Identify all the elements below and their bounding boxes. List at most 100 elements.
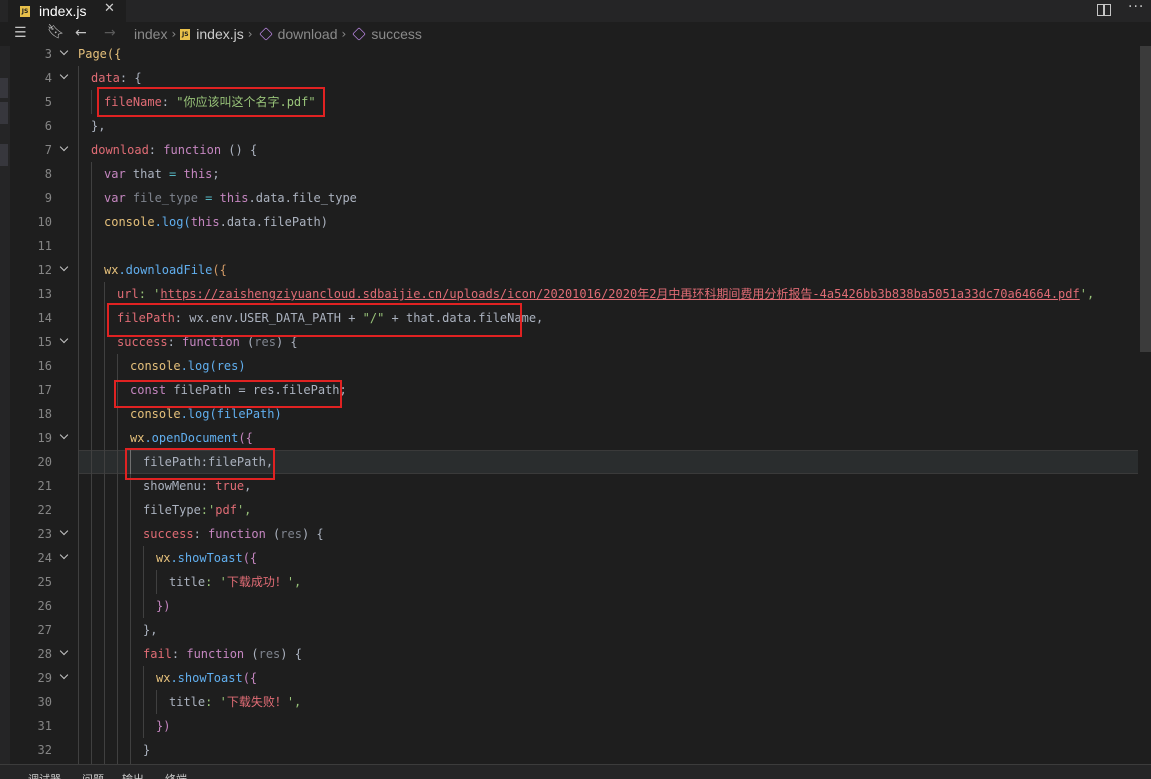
code-line: wx.openDocument({ (130, 431, 253, 445)
code-line: success: function (res) { (143, 527, 324, 541)
line-number: 26 (37, 599, 52, 613)
code-line: title: '下载成功！', (169, 575, 302, 589)
fold-chevron-icon[interactable] (60, 138, 70, 162)
fold-chevron-icon[interactable] (60, 546, 70, 570)
line-number: 12 (37, 263, 52, 277)
code-line: }) (156, 599, 171, 613)
code-line: Page({ (78, 47, 122, 61)
breadcrumb-item[interactable]: index.js (196, 26, 243, 42)
indent-guide (117, 354, 118, 764)
chevron-right-icon: › (171, 27, 177, 41)
indent-guide (156, 570, 157, 594)
line-number: 23 (37, 527, 52, 541)
code-line: }, (143, 623, 158, 637)
js-file-icon: JS (180, 28, 191, 40)
forward-arrow-icon[interactable]: → (104, 25, 116, 41)
line-number: 29 (37, 671, 52, 685)
annotation-box (125, 448, 275, 480)
line-number: 10 (37, 215, 52, 229)
code-line: wx.downloadFile({ (104, 263, 227, 277)
code-line: title: '下载失败！', (169, 695, 302, 709)
code-line: console.log(res) (130, 359, 246, 373)
code-line: fileType:'pdf', (143, 503, 252, 517)
fold-chevron-icon[interactable] (60, 426, 70, 450)
code-line: } (143, 743, 151, 757)
indent-guide (91, 162, 92, 764)
indent-guide (143, 666, 144, 738)
chevron-right-icon: › (341, 27, 347, 41)
line-number: 30 (37, 695, 52, 709)
fold-chevron-icon[interactable] (60, 330, 70, 354)
fold-chevron-icon[interactable] (60, 66, 70, 90)
more-actions-icon[interactable]: ··· (1128, 0, 1144, 15)
fold-chevron-icon[interactable] (60, 642, 70, 666)
line-number: 25 (37, 575, 52, 589)
code-line: }) (156, 719, 171, 733)
bottom-panel-tabs: 调试器 问题 输出 终端 (0, 764, 1151, 779)
tab-bar: JS index.js ✕ ··· (0, 0, 1151, 22)
indent-guide (130, 450, 131, 764)
line-number: 7 (44, 143, 52, 157)
line-number: 19 (37, 431, 52, 445)
code-line: var file_type = this.data.file_type (104, 191, 357, 205)
line-number: 17 (37, 383, 52, 397)
bookmark-icon[interactable]: 🔖︎ (47, 24, 65, 40)
code-line: wx.showToast({ (156, 551, 258, 565)
tab-label: index.js (39, 3, 87, 19)
js-file-icon: JS (20, 5, 30, 17)
breadcrumb-item[interactable]: download (278, 26, 338, 42)
method-cube-icon (258, 27, 273, 41)
code-line: fail: function (res) { (143, 647, 302, 661)
back-arrow-icon[interactable]: ← (75, 25, 87, 41)
code-line: wx.showToast({ (156, 671, 258, 685)
line-number: 21 (37, 479, 52, 493)
panel-marker (0, 102, 8, 124)
code-line: var that = this; (104, 167, 220, 181)
annotation-box (114, 380, 342, 408)
split-editor-icon[interactable] (1097, 4, 1111, 16)
line-number: 14 (37, 311, 52, 325)
line-number: 6 (44, 119, 52, 133)
code-line: console.log(this.data.filePath) (104, 215, 328, 229)
line-number: 16 (37, 359, 52, 373)
line-number: 24 (37, 551, 52, 565)
line-number: 9 (44, 191, 52, 205)
indent-guide (91, 90, 92, 114)
breadcrumb-item[interactable]: success (371, 26, 422, 42)
fold-chevron-icon[interactable] (60, 42, 70, 66)
indent-guide (156, 690, 157, 714)
indent-guide (143, 546, 144, 618)
panel-marker (0, 144, 8, 166)
indent-guide (78, 66, 79, 764)
line-number: 11 (37, 239, 52, 253)
side-panel-strip (0, 46, 10, 764)
line-number: 5 (44, 95, 52, 109)
line-number: 15 (37, 335, 52, 349)
close-icon[interactable]: ✕ (104, 1, 115, 16)
code-line: }, (91, 119, 106, 133)
chevron-right-icon: › (247, 27, 253, 41)
fold-chevron-icon[interactable] (60, 522, 70, 546)
fold-chevron-icon[interactable] (60, 666, 70, 690)
annotation-box (107, 303, 522, 337)
line-number-gutter: 3 4 5 6 7 8 9 10 11 12 13 14 15 16 17 18… (10, 46, 78, 764)
line-number: 13 (37, 287, 52, 301)
scrollbar-thumb[interactable] (1140, 46, 1151, 352)
panel-marker (0, 78, 8, 98)
annotation-box (97, 87, 325, 117)
editor-tab-index-js[interactable]: JS index.js ✕ (8, 0, 126, 22)
code-editor[interactable]: Page({ data: { fileName: "你应该叫这个名字.pdf" … (78, 46, 1138, 764)
breadcrumb-item[interactable]: index (134, 26, 167, 42)
fold-chevron-icon[interactable] (60, 258, 70, 282)
line-number: 28 (37, 647, 52, 661)
breadcrumb-bar: ☰ 🔖︎ ← → index › JS index.js › download … (0, 22, 1151, 46)
list-icon[interactable]: ☰ (14, 25, 27, 41)
code-line: download: function () { (91, 143, 258, 157)
line-number: 31 (37, 719, 52, 733)
line-number: 18 (37, 407, 52, 421)
line-number: 32 (37, 743, 52, 757)
line-number: 4 (44, 71, 52, 85)
line-number: 20 (37, 455, 52, 469)
indent-guide (104, 282, 105, 764)
method-cube-icon (352, 27, 367, 41)
